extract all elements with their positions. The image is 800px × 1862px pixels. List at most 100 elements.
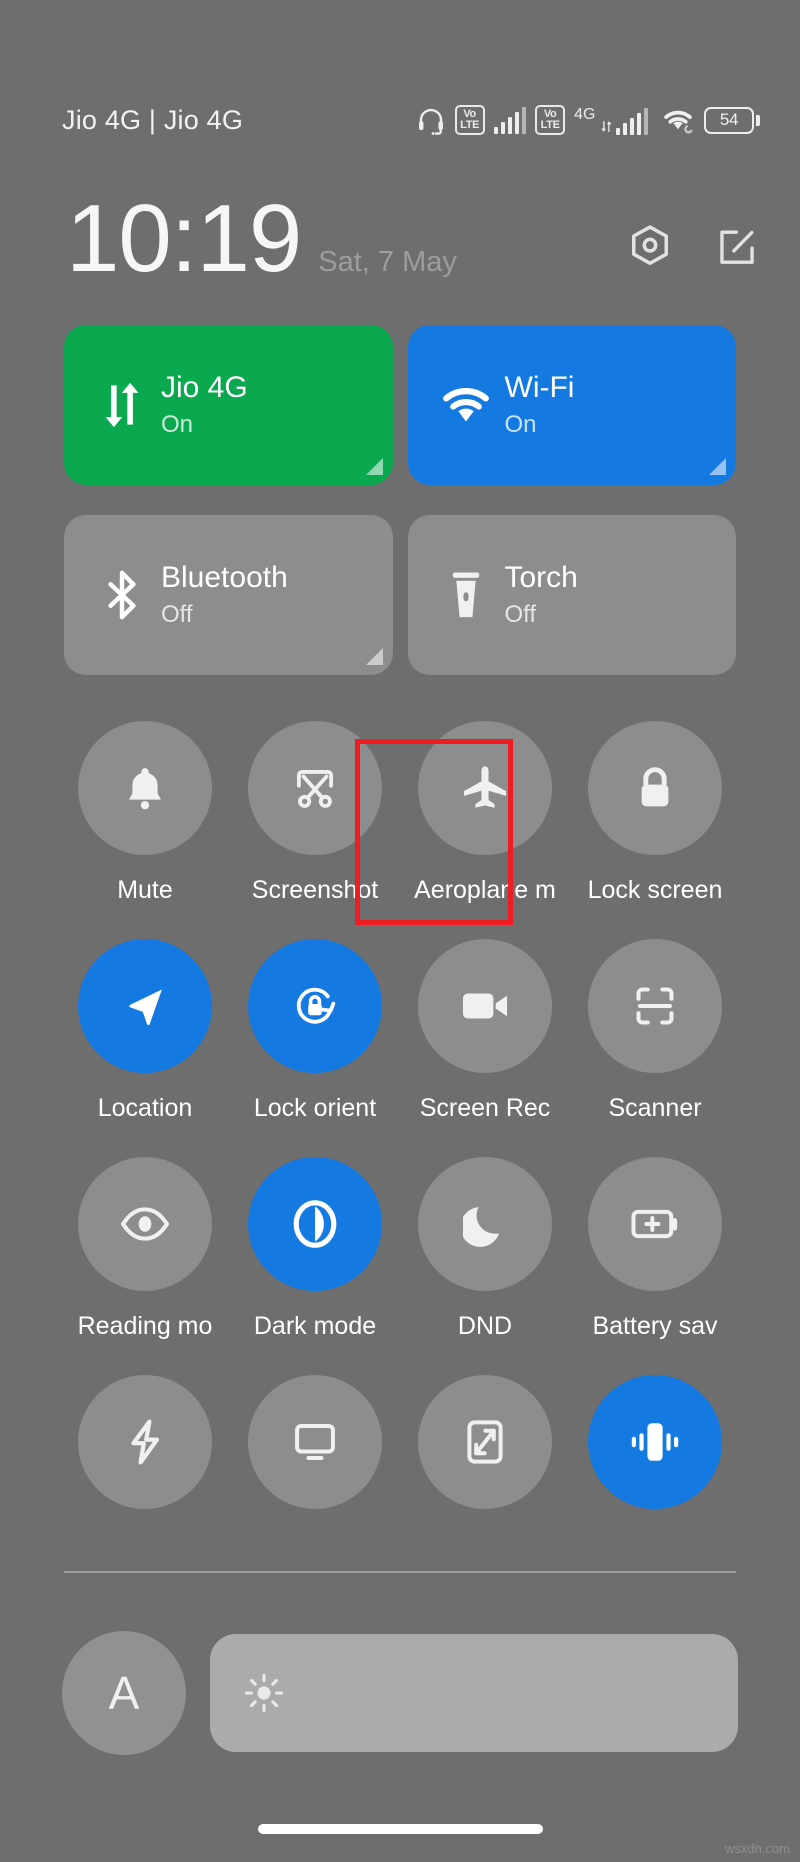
tile-text-group: Torch Off	[505, 561, 578, 630]
monitor-icon	[292, 1421, 338, 1463]
signal-bars-sim2-icon	[615, 107, 648, 135]
toggle-mute[interactable]: Mute	[60, 721, 230, 939]
settings-hexagon-icon[interactable]	[626, 223, 674, 271]
tile-bluetooth[interactable]: Bluetooth Off	[64, 515, 393, 675]
clock-time[interactable]: 10:19	[66, 191, 302, 287]
toggle-label: Dark mode	[253, 1312, 377, 1340]
auto-brightness-label: A	[108, 1666, 140, 1719]
signal-bars-sim1-icon	[493, 106, 527, 134]
toggle-screenshot[interactable]: Screenshot	[230, 721, 400, 939]
tile-expand-corner[interactable]	[709, 458, 726, 475]
edit-pencil-icon[interactable]	[714, 224, 760, 270]
data-transfer-icon	[91, 381, 153, 429]
watermark-label: wsxdn.com	[724, 1841, 790, 1856]
wifi-icon	[661, 106, 695, 134]
contrast-icon	[289, 1198, 341, 1250]
toggle-circle[interactable]	[418, 721, 552, 855]
toggle-reading-mode[interactable]: Reading mo	[60, 1157, 230, 1375]
tile-mobile-data[interactable]: Jio 4G On	[64, 325, 393, 485]
battery-indicator: 54	[704, 106, 760, 134]
tile-status: On	[504, 411, 537, 439]
toggle-vibrate[interactable]	[570, 1375, 740, 1593]
big-tiles-grid: Jio 4G On Wi-Fi On Bluetooth Off Torch O…	[0, 325, 800, 675]
toggle-circle[interactable]	[418, 1375, 552, 1509]
section-divider	[64, 1571, 736, 1573]
data-activity-icon	[600, 120, 613, 133]
lock-icon	[634, 765, 676, 811]
video-camera-icon	[460, 987, 510, 1025]
toggle-aeroplane-mode[interactable]: Aeroplane m	[400, 721, 570, 939]
tile-torch[interactable]: Torch Off	[407, 515, 736, 675]
tile-status: Off	[504, 601, 537, 629]
toggle-circle[interactable]	[78, 721, 212, 855]
carrier-label: Jio 4G | Jio 4G	[62, 104, 244, 135]
toggle-circle[interactable]	[588, 1375, 722, 1509]
clock-action-icons	[626, 223, 760, 271]
toggle-circle[interactable]	[78, 1157, 212, 1291]
tile-title: Torch	[504, 560, 578, 594]
clock-row: 10:19 Sat, 7 May	[0, 191, 800, 287]
brightness-sun-icon	[242, 1671, 286, 1715]
tile-expand-corner[interactable]	[365, 458, 383, 475]
screenshot-icon	[292, 765, 338, 811]
bell-icon	[124, 765, 166, 811]
toggle-label: DND	[457, 1312, 513, 1340]
toggle-circle[interactable]	[418, 939, 552, 1073]
auto-brightness-button[interactable]: A	[62, 1630, 186, 1755]
toggle-dnd[interactable]: DND	[400, 1157, 570, 1375]
volte-sim2-icon: Vo LTE	[535, 105, 566, 135]
toggle-location[interactable]: Location	[60, 939, 230, 1157]
navigation-bar	[0, 1782, 800, 1862]
toggle-label: Scanner	[608, 1094, 702, 1122]
toggle-monitor[interactable]	[230, 1375, 400, 1593]
scanner-icon	[632, 983, 678, 1029]
volte-sim1-icon: Vo LTE	[454, 105, 485, 135]
toggle-screen-resize[interactable]	[400, 1375, 570, 1593]
toggle-dark-mode[interactable]: Dark mode	[230, 1157, 400, 1375]
toggle-circle[interactable]	[248, 939, 382, 1073]
toggle-lightning[interactable]	[60, 1375, 230, 1593]
toggle-scanner[interactable]: Scanner	[570, 939, 740, 1157]
toggle-circle[interactable]	[248, 721, 382, 855]
toggle-circle[interactable]	[78, 939, 212, 1073]
lightning-icon	[125, 1418, 165, 1466]
toggle-label: Mute	[117, 876, 173, 904]
toggle-circle[interactable]	[418, 1157, 552, 1291]
tile-text-group: Wi-Fi On	[505, 371, 575, 440]
battery-plus-icon	[630, 1207, 680, 1241]
tile-status: Off	[161, 601, 193, 629]
tile-wifi[interactable]: Wi-Fi On	[407, 325, 736, 485]
toggle-circle[interactable]	[248, 1375, 382, 1509]
eye-icon	[120, 1205, 170, 1243]
wifi-icon	[435, 384, 497, 426]
flashlight-icon	[435, 570, 497, 620]
toggle-screen-recorder[interactable]: Screen Rec	[400, 939, 570, 1157]
tile-text-group: Jio 4G On	[161, 371, 248, 440]
toggle-label: Lock orient	[253, 1094, 377, 1122]
toggle-circle[interactable]	[588, 939, 722, 1073]
toggle-circle[interactable]	[588, 1157, 722, 1291]
tile-title: Jio 4G	[161, 370, 248, 404]
toggle-circle[interactable]	[588, 721, 722, 855]
tile-title: Bluetooth	[161, 560, 288, 594]
tile-expand-corner[interactable]	[365, 648, 383, 665]
volte2-text-lte: LTE	[540, 119, 560, 131]
toggle-lock-orientation[interactable]: Lock orient	[230, 939, 400, 1157]
toggle-circle[interactable]	[78, 1375, 212, 1509]
home-gesture-pill[interactable]	[257, 1824, 543, 1834]
toggle-label: Lock screen	[587, 876, 723, 904]
brightness-slider[interactable]	[210, 1633, 738, 1752]
signal-bars-sim2-group: 4G	[574, 106, 648, 135]
location-arrow-icon	[122, 983, 168, 1029]
toggle-circle[interactable]	[248, 1157, 382, 1291]
volte-text-lte: LTE	[460, 119, 480, 131]
moon-icon	[463, 1201, 507, 1247]
status-icon-group: Vo LTE Vo LTE 4G 54	[416, 105, 760, 135]
vibrate-icon	[629, 1420, 681, 1464]
toggle-label: Battery sav	[592, 1312, 718, 1340]
toggle-lock-screen[interactable]: Lock screen	[570, 721, 740, 939]
battery-body: 54	[704, 106, 754, 134]
clock-date-group[interactable]: 10:19 Sat, 7 May	[66, 191, 457, 287]
screen-resize-icon	[465, 1418, 505, 1466]
toggle-battery-saver[interactable]: Battery sav	[570, 1157, 740, 1375]
